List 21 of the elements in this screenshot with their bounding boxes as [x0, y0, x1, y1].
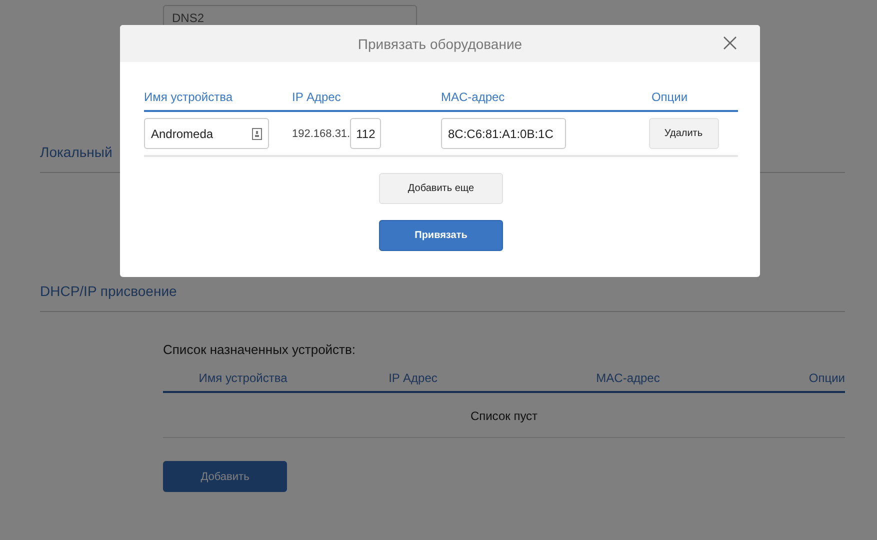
column-header: IP Адрес	[388, 371, 438, 385]
column-header: Имя устройства	[144, 90, 234, 104]
column-header: MAC-адрес	[441, 90, 506, 104]
add-more-button[interactable]: Добавить еще	[379, 173, 503, 204]
section-title: DHCP/IP присвоение	[40, 283, 845, 312]
delete-button[interactable]: Удалить	[648, 118, 718, 149]
column-header: MAC-адрес	[595, 371, 661, 385]
dialog-title: Привязать оборудование	[358, 36, 522, 52]
bind-button[interactable]: Привязать	[379, 220, 503, 251]
column-header: Опции	[650, 90, 689, 104]
empty-list-text: Список пуст	[163, 393, 845, 438]
column-header: Опции	[808, 371, 845, 385]
list-caption: Список назначенных устройств:	[163, 342, 357, 357]
contact-card-icon	[252, 128, 262, 140]
column-header: IP Адрес	[292, 90, 342, 104]
ip-octet-field[interactable]: 112	[350, 118, 382, 149]
ip-prefix: 192.168.31.	[292, 128, 350, 140]
device-name-field[interactable]: Andromeda	[144, 118, 269, 149]
close-icon[interactable]	[722, 35, 738, 51]
column-header: Имя устройства	[198, 371, 288, 385]
mac-field[interactable]: 8C:C6:81:A1:0B:1C	[441, 118, 566, 149]
